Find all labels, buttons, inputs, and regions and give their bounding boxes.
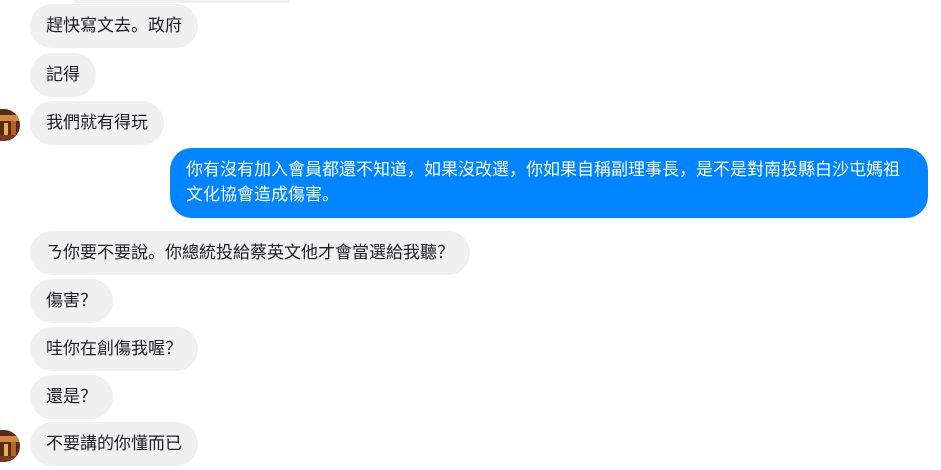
incoming-message-bubble[interactable]: 還是？ <box>30 375 113 419</box>
sender-avatar[interactable] <box>0 430 20 462</box>
previous-message-bubble <box>74 0 289 3</box>
outgoing-message-bubble[interactable]: 你有沒有加入會員都還不知道，如果沒改選，你如果自稱副理事長，是不是對南投縣白沙屯… <box>170 148 928 218</box>
incoming-message-bubble[interactable]: ㄋ你要不要說。你總統投給蔡英文他才會當選給我聽？ <box>30 231 470 275</box>
incoming-message-bubble[interactable]: 哇你在創傷我喔？ <box>30 327 198 371</box>
incoming-message-bubble[interactable]: 不要講的你懂而已 <box>30 422 198 466</box>
sender-avatar[interactable] <box>0 109 20 141</box>
incoming-message-bubble[interactable]: 我們就有得玩 <box>30 101 164 145</box>
incoming-message-bubble[interactable]: 記得 <box>30 53 96 97</box>
incoming-message-bubble[interactable]: 傷害？ <box>30 279 113 323</box>
incoming-message-bubble[interactable]: 趕快寫文去。政府 <box>30 4 198 48</box>
